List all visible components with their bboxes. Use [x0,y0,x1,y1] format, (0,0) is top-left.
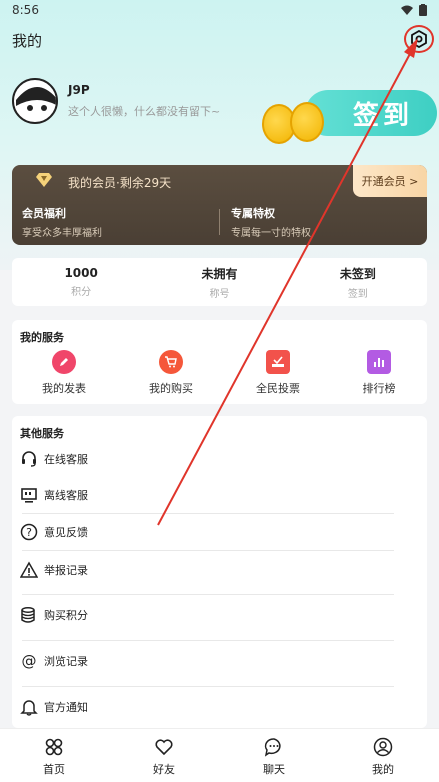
cart-icon [159,350,183,374]
chart-icon [367,350,391,374]
stat-value: 1000 [64,266,98,280]
tab-home[interactable]: 首页 [24,737,84,777]
menu-browse-history[interactable]: @ 浏览记录 [18,650,89,672]
status-icons [401,4,427,16]
menu-label: 举报记录 [44,564,88,577]
at-icon: @ [18,650,40,672]
monitor-icon [18,484,40,506]
stat-value: 未拥有 [201,266,238,281]
username: J9P [68,83,90,97]
divider [22,594,394,595]
status-time: 8:56 [12,3,39,17]
menu-label: 在线客服 [44,453,88,466]
vip-benefits[interactable]: 会员福利 享受众多丰厚福利 [22,205,102,239]
warning-icon [18,559,40,581]
vip-benefits-subtitle: 享受众多丰厚福利 [22,228,102,239]
vip-status-text: 我的会员·剩余29天 [68,176,172,190]
vip-privileges-title: 专属特权 [231,207,275,220]
tab-label: 我的 [372,763,394,776]
stat-value: 未签到 [339,266,376,281]
service-label: 全民投票 [256,382,300,395]
question-icon: ? [18,521,40,543]
vote-icon [266,350,290,374]
service-label: 我的购买 [149,382,193,395]
tab-mine[interactable]: 我的 [353,737,413,777]
user-icon [373,737,393,757]
section-title: 我的服务 [20,331,64,344]
menu-label: 购买积分 [44,609,88,622]
svg-text:@: @ [22,652,37,670]
service-ranking[interactable]: 排行榜 [339,350,419,396]
stat-signin[interactable]: 未签到 签到 [289,258,427,306]
service-label: 排行榜 [362,382,396,395]
service-label: 我的发表 [42,382,86,395]
menu-official-notice[interactable]: 官方通知 [18,696,88,718]
chat-icon [264,738,281,757]
tab-label: 首页 [43,763,65,776]
coin-icon [290,102,324,142]
heart-icon [155,739,173,756]
coins-icon [18,604,40,626]
wifi-icon [401,5,413,15]
stat-title[interactable]: 未拥有 称号 [150,258,288,306]
my-services-card: 我的服务 我的发表 我的购买 全民投票 排行榜 [12,320,427,404]
service-vote[interactable]: 全民投票 [238,350,318,396]
menu-label: 离线客服 [44,489,88,502]
service-my-purchases[interactable]: 我的购买 [131,350,211,396]
bell-icon [18,696,40,718]
other-services-card: 其他服务 在线客服 离线客服 ? 意见反馈 举报记录 购买积分 @ 浏览记录 官… [12,416,427,728]
menu-feedback[interactable]: ? 意见反馈 [18,521,88,543]
headset-icon [18,448,40,470]
user-bio: 这个人很懒，什么都没有留下~ [68,105,221,118]
menu-online-service[interactable]: 在线客服 [18,448,88,470]
edit-icon [52,350,76,374]
menu-label: 意见反馈 [44,526,88,539]
menu-buy-points[interactable]: 购买积分 [18,604,88,626]
vip-privileges-subtitle: 专属每一寸的特权 [231,228,311,239]
vip-privileges[interactable]: 专属特权 专属每一寸的特权 [231,205,311,239]
menu-label: 官方通知 [44,701,88,714]
avatar[interactable] [12,78,58,124]
page-title: 我的 [12,32,43,50]
vip-card[interactable]: 我的会员·剩余29天 开通会员 > 会员福利 享受众多丰厚福利 专属特权 专属每… [12,165,427,245]
menu-offline-service[interactable]: 离线客服 [18,484,88,506]
home-icon [45,738,63,756]
service-my-posts[interactable]: 我的发表 [24,350,104,396]
diamond-icon [36,173,52,187]
battery-icon [419,4,427,16]
open-vip-button[interactable]: 开通会员 > [353,165,427,197]
vip-divider [219,209,220,235]
section-title: 其他服务 [20,427,64,440]
tab-label: 聊天 [263,763,285,776]
stats-card: 1000 积分 未拥有 称号 未签到 签到 [12,258,427,306]
divider [22,550,394,551]
stat-label: 积分 [71,287,92,298]
settings-icon [411,30,427,48]
tab-label: 好友 [153,763,175,776]
divider [22,640,394,641]
bottom-tab-bar: 首页 好友 聊天 我的 [0,728,439,782]
vip-benefits-title: 会员福利 [22,207,66,220]
svg-text:?: ? [26,526,32,539]
stat-label: 称号 [209,288,230,300]
settings-button[interactable] [404,25,434,53]
divider [22,513,394,514]
stat-points[interactable]: 1000 积分 [12,258,150,306]
menu-report-records[interactable]: 举报记录 [18,559,88,581]
tab-friends[interactable]: 好友 [134,737,194,777]
signin-button[interactable]: 签到 [305,90,437,136]
status-bar: 8:56 [0,0,439,20]
stat-label: 签到 [347,288,368,300]
divider [22,686,394,687]
menu-label: 浏览记录 [44,655,88,668]
tab-chat[interactable]: 聊天 [244,737,304,777]
